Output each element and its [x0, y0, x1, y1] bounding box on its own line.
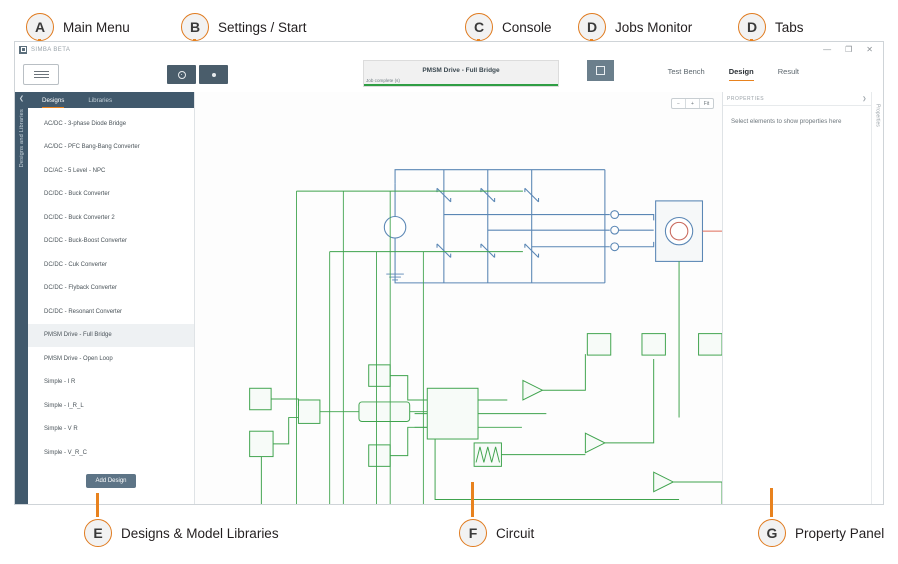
window-controls: — ❐ ✕	[823, 45, 879, 54]
leader-line-g	[770, 488, 773, 517]
hamburger-icon	[33, 73, 49, 76]
jobs-monitor-button[interactable]	[587, 60, 614, 81]
power-stage-group	[383, 169, 655, 284]
main-toolbar: PMSM Drive - Full Bridge Job complete (s…	[15, 57, 883, 92]
sidebar-tabs: Designs Libraries	[28, 92, 194, 108]
motor-block	[655, 200, 704, 262]
left-rail[interactable]: ❮ Designs and Libraries	[15, 92, 28, 504]
callout-g: G Property Panel	[758, 519, 884, 547]
close-icon[interactable]: ✕	[866, 45, 873, 54]
toolbar-action-group	[167, 65, 228, 84]
property-panel-title: PROPERTIES	[727, 95, 765, 102]
leader-line-f	[471, 482, 474, 517]
tab-test-bench[interactable]: Test Bench	[668, 67, 705, 81]
callout-d-tabs: D Tabs	[738, 13, 804, 41]
play-icon	[211, 72, 216, 77]
console-title: PMSM Drive - Full Bridge	[422, 67, 500, 74]
callout-f: F Circuit	[459, 519, 534, 547]
callout-label: Tabs	[775, 19, 804, 35]
window-title: SIMBA BETA	[31, 46, 71, 53]
hamburger-icon	[33, 70, 49, 72]
list-item[interactable]: DC/DC - Buck Converter 2	[28, 206, 194, 230]
callout-label: Circuit	[496, 525, 535, 541]
list-item[interactable]: DC/DC - Resonant Converter	[28, 300, 194, 324]
callout-label: Jobs Monitor	[615, 19, 693, 35]
callout-label: Console	[502, 19, 552, 35]
property-rail[interactable]: Properties	[871, 92, 883, 504]
callout-badge: F	[459, 519, 487, 547]
property-empty-message: Select elements to show properties here	[731, 118, 842, 125]
callout-label: Main Menu	[63, 19, 130, 35]
list-item[interactable]: DC/AC - 5 Level - NPC	[28, 159, 194, 183]
minimize-icon[interactable]: —	[823, 45, 831, 54]
callout-badge: E	[84, 519, 112, 547]
start-run-button[interactable]	[199, 65, 228, 84]
property-panel-wrapper: PROPERTIES ❯ Select elements to show pro…	[722, 92, 883, 504]
console-progress-bar	[364, 84, 558, 86]
tab-design[interactable]: Design	[728, 67, 754, 81]
app-logo-icon	[19, 45, 27, 54]
list-item[interactable]: AC/DC - 3-phase Diode Bridge	[28, 112, 194, 136]
callout-badge: D	[738, 13, 766, 41]
list-item[interactable]: DC/DC - Cuk Converter	[28, 253, 194, 277]
console-panel[interactable]: PMSM Drive - Full Bridge Job complete (s…	[363, 60, 559, 87]
left-rail-label: Designs and Libraries	[18, 109, 25, 168]
callout-badge: D	[578, 13, 606, 41]
schematic-diagram[interactable]	[195, 92, 722, 504]
property-panel: PROPERTIES ❯ Select elements to show pro…	[722, 92, 871, 504]
property-rail-label: Properties	[874, 104, 881, 127]
callout-badge: A	[26, 13, 54, 41]
sidebar-tab-designs[interactable]: Designs	[42, 97, 65, 108]
console-status-text: Job complete (s)	[366, 78, 400, 83]
window-title-bar: SIMBA BETA — ❐ ✕	[15, 42, 883, 57]
gear-icon	[177, 70, 186, 79]
list-item[interactable]: AC/DC - PFC Bang-Bang Converter	[28, 136, 194, 160]
tab-result[interactable]: Result	[778, 67, 799, 81]
settings-button[interactable]	[167, 65, 196, 84]
callout-badge: G	[758, 519, 786, 547]
add-design-button[interactable]: Add Design	[86, 474, 136, 488]
property-panel-header: PROPERTIES ❯	[723, 92, 871, 106]
list-item[interactable]: Simple - I_R_L	[28, 394, 194, 418]
callout-badge: C	[465, 13, 493, 41]
list-item[interactable]: Simple - V R	[28, 418, 194, 442]
list-item[interactable]: DC/DC - Buck Converter	[28, 183, 194, 207]
thermal-group	[702, 230, 722, 232]
main-menu-button[interactable]	[23, 64, 59, 85]
sidebar-footer: Add Design	[28, 472, 194, 504]
jobs-monitor-icon	[596, 66, 605, 75]
view-tabs: Test Bench Design Result	[668, 67, 799, 81]
circuit-canvas[interactable]: − + Fit	[195, 92, 722, 504]
callout-label: Property Panel	[795, 525, 885, 541]
list-item[interactable]: Simple - I R	[28, 371, 194, 395]
list-item[interactable]: DC/DC - Flyback Converter	[28, 277, 194, 301]
callout-a: A Main Menu	[26, 13, 130, 41]
callout-e: E Designs & Model Libraries	[84, 519, 279, 547]
hamburger-icon	[33, 77, 49, 79]
callout-badge: B	[181, 13, 209, 41]
control-group	[249, 190, 722, 504]
window-body: ❮ Designs and Libraries Designs Librarie…	[15, 92, 883, 504]
designs-list: AC/DC - 3-phase Diode Bridge AC/DC - PFC…	[28, 108, 194, 472]
list-item[interactable]: PMSM Drive - Open Loop	[28, 347, 194, 371]
property-panel-body: Select elements to show properties here	[723, 106, 871, 504]
designs-libraries-sidebar: Designs Libraries AC/DC - 3-phase Diode …	[28, 92, 195, 504]
chevron-left-icon[interactable]: ❮	[19, 96, 24, 102]
callout-label: Settings / Start	[218, 19, 307, 35]
callout-label: Designs & Model Libraries	[121, 525, 279, 541]
application-window: SIMBA BETA — ❐ ✕ PMSM Drive - Full Bridg…	[14, 41, 884, 505]
list-item[interactable]: DC/DC - Buck-Boost Converter	[28, 230, 194, 254]
leader-line-e	[96, 493, 99, 517]
maximize-icon[interactable]: ❐	[845, 45, 852, 54]
callout-c: C Console	[465, 13, 552, 41]
list-item[interactable]: Simple - V_R_C	[28, 441, 194, 465]
list-item-selected[interactable]: PMSM Drive - Full Bridge	[28, 323, 194, 347]
chevron-right-icon[interactable]: ❯	[862, 96, 867, 102]
sidebar-tab-libraries[interactable]: Libraries	[88, 97, 112, 108]
callout-b: B Settings / Start	[181, 13, 307, 41]
callout-d-jobs: D Jobs Monitor	[578, 13, 692, 41]
